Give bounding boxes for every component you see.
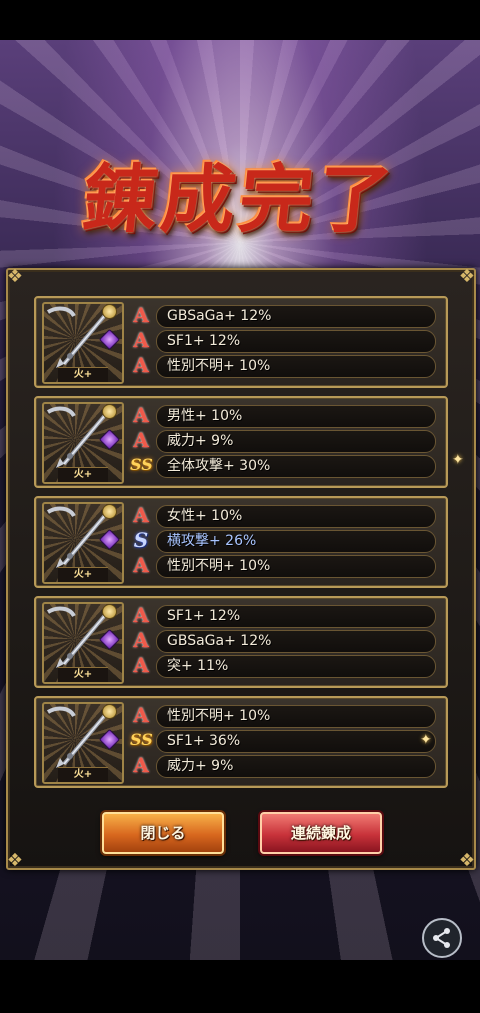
bonus-text: 性別不明+ 10% — [167, 558, 271, 574]
rank-a-icon: A — [133, 653, 149, 677]
bonus-text: 全体攻撃+ 30% — [167, 458, 271, 474]
bonus-row: SF1+ 12% — [156, 330, 436, 353]
rank-a-icon: A — [133, 303, 149, 327]
bonus-text: SF1+ 12% — [167, 333, 241, 349]
rank-a-icon: A — [133, 628, 149, 652]
result-card: 火+ A GBSaGa+ 12% A SF1+ 12% A 性別不明+ 10% — [34, 296, 448, 388]
gold-gem-icon — [102, 704, 117, 719]
rank-ss-icon: SS — [130, 455, 153, 474]
bonus-row: SF1+ 12% — [156, 605, 436, 628]
bonus-text: 性別不明+ 10% — [167, 708, 271, 724]
gold-gem-icon — [102, 604, 117, 619]
bonus-row: 全体攻撃+ 30% — [156, 455, 436, 478]
sparkle-icon: ✦ — [452, 452, 464, 468]
result-card: 火+ A 性別不明+ 10% SS SF1+ 36% A 威力+ 9% — [34, 696, 448, 788]
bonus-row: 性別不明+ 10% — [156, 705, 436, 728]
rank-a-icon: A — [133, 353, 149, 377]
share-button[interactable] — [422, 918, 462, 958]
rank-s-icon: S — [133, 528, 149, 552]
bonus-row: 突+ 11% — [156, 655, 436, 678]
corner-ornament-icon: ❖ — [458, 850, 476, 871]
bonus-row: GBSaGa+ 12% — [156, 305, 436, 328]
page-title: 錬成完了 — [78, 157, 400, 243]
element-label: 火+ — [58, 467, 108, 482]
element-label: 火+ — [58, 567, 108, 582]
status-bar — [0, 0, 480, 40]
rank-a-icon: A — [133, 328, 149, 352]
bonus-row: 女性+ 10% — [156, 505, 436, 528]
gold-gem-icon — [102, 304, 117, 319]
result-card: 火+ A 男性+ 10% A 威力+ 9% SS 全体攻撃+ 30% — [34, 396, 448, 488]
bonus-row: 横攻撃+ 26% — [156, 530, 436, 553]
navigation-bar — [0, 960, 480, 1013]
result-card: 火+ A 女性+ 10% S 横攻撃+ 26% A 性別不明+ 10% — [34, 496, 448, 588]
share-icon — [433, 928, 450, 948]
rank-a-icon: A — [133, 703, 149, 727]
bonus-row: 威力+ 9% — [156, 755, 436, 778]
bonus-row: 性別不明+ 10% — [156, 555, 436, 578]
bonus-text: 男性+ 10% — [167, 408, 243, 424]
gold-gem-icon — [102, 504, 117, 519]
element-label: 火+ — [58, 667, 108, 682]
rank-a-icon: A — [133, 603, 149, 627]
element-label: 火+ — [58, 767, 108, 782]
bonus-text: GBSaGa+ 12% — [167, 633, 272, 649]
rank-a-icon: A — [133, 503, 149, 527]
rank-a-icon: A — [133, 428, 149, 452]
bonus-text: 威力+ 9% — [167, 758, 234, 774]
bonus-text: 突+ 11% — [167, 658, 229, 674]
bonus-text: 性別不明+ 10% — [167, 358, 271, 374]
element-label: 火+ — [58, 367, 108, 382]
rank-ss-icon: SS — [130, 730, 153, 749]
corner-ornament-icon: ❖ — [6, 266, 24, 287]
sparkle-icon: ✦ — [420, 732, 432, 748]
bonus-text: 威力+ 9% — [167, 433, 234, 449]
rank-a-icon: A — [133, 553, 149, 577]
bonus-text: 女性+ 10% — [167, 508, 243, 524]
rank-a-icon: A — [133, 753, 149, 777]
bonus-row: 男性+ 10% — [156, 405, 436, 428]
bonus-text: SF1+ 12% — [167, 608, 241, 624]
bonus-row: 性別不明+ 10% — [156, 355, 436, 378]
bonus-row: GBSaGa+ 12% — [156, 630, 436, 653]
continue-refine-button[interactable]: 連続錬成 — [260, 812, 382, 854]
gold-gem-icon — [102, 404, 117, 419]
bonus-text: 横攻撃+ 26% — [167, 533, 257, 549]
bonus-text: GBSaGa+ 12% — [167, 308, 272, 324]
bonus-row: 威力+ 9% — [156, 430, 436, 453]
result-card: 火+ A SF1+ 12% A GBSaGa+ 12% A 突+ 11% — [34, 596, 448, 688]
rank-a-icon: A — [133, 403, 149, 427]
close-button[interactable]: 閉じる — [102, 812, 224, 854]
corner-ornament-icon: ❖ — [458, 266, 476, 287]
corner-ornament-icon: ❖ — [6, 850, 24, 871]
bonus-text: SF1+ 36% — [167, 733, 241, 749]
bonus-row: SF1+ 36% — [156, 730, 436, 753]
